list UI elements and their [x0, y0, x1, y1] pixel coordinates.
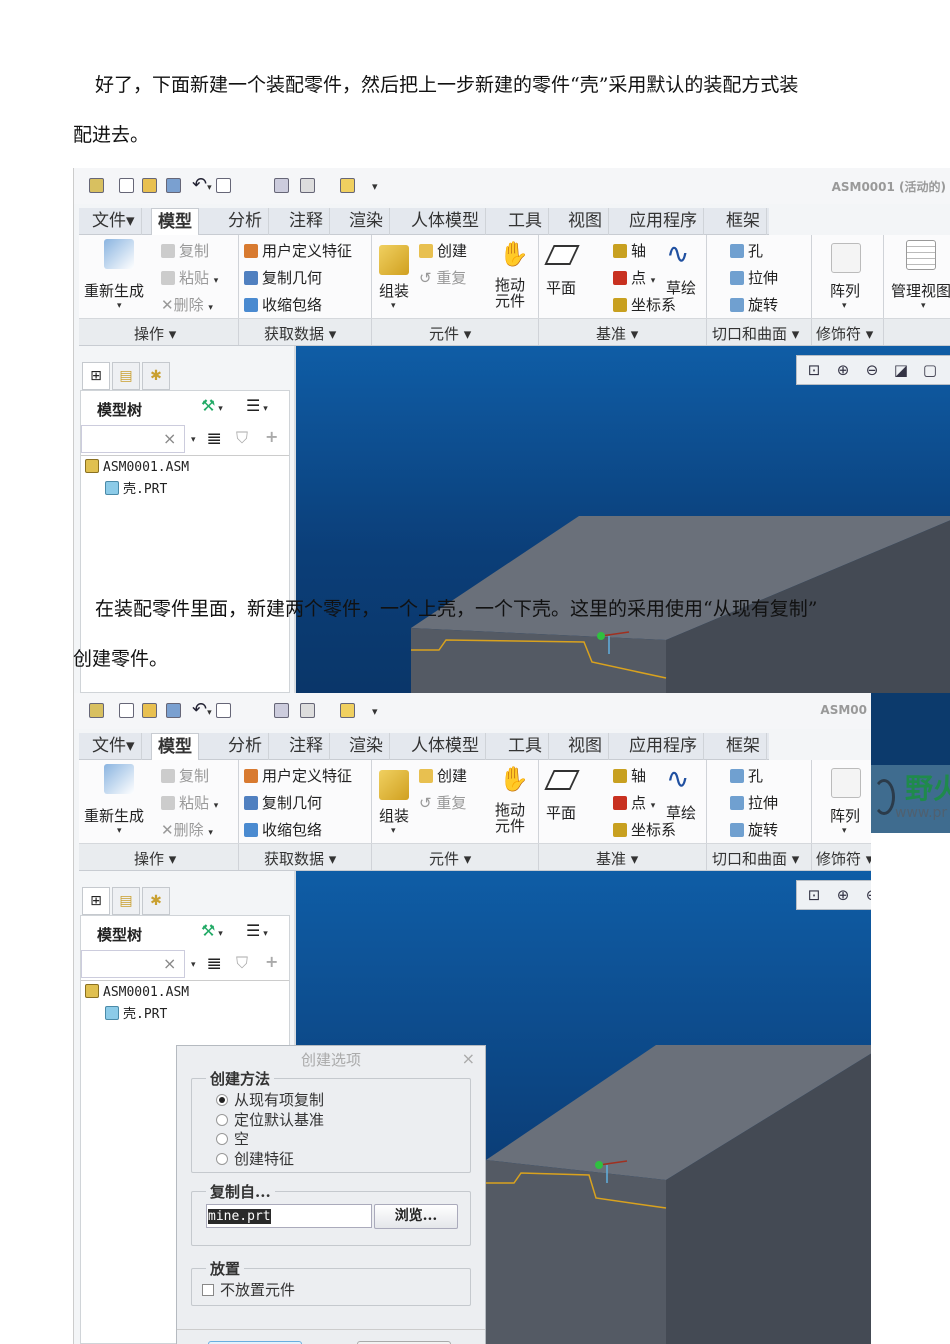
paragraph-2-line-2: 创建零件。 — [73, 648, 169, 670]
zoom-fit-icon[interactable]: ⊡ — [803, 359, 825, 381]
add-icon[interactable]: + — [265, 427, 278, 446]
favorites-tab[interactable]: ✱ — [142, 362, 170, 390]
method-radio-3[interactable]: 创建特征 — [216, 1148, 294, 1169]
tree-settings-icon[interactable]: ⚒ ▾ — [201, 921, 223, 940]
csys-origin-icon — [595, 1161, 603, 1169]
assembly-icon — [85, 459, 99, 473]
method-radio-2[interactable]: 空 — [216, 1128, 249, 1149]
method-radio-1[interactable]: 定位默认基准 — [216, 1109, 324, 1130]
copy-from-legend: 复制自... — [206, 1181, 275, 1202]
no-place-checkbox[interactable]: 不放置元件 — [202, 1279, 295, 1300]
find-icon[interactable]: 𝌆 — [207, 954, 221, 973]
dialog-title: 创建选项 — [300, 1051, 361, 1069]
watermark-brand: 野火 — [905, 772, 950, 805]
radio-icon — [216, 1113, 228, 1126]
repaint-icon[interactable]: ◪ — [890, 359, 912, 381]
filter-icon[interactable]: ⛉ — [236, 428, 248, 448]
creation-method-legend: 创建方法 — [206, 1068, 275, 1089]
watermark-logo-icon — [873, 779, 895, 815]
method-radio-0[interactable]: 从现有项复制 — [216, 1089, 324, 1110]
filter-icon[interactable]: ⛉ — [236, 953, 248, 973]
search-dropdown-icon[interactable]: ▾ — [191, 435, 196, 445]
part-icon — [105, 481, 119, 495]
tree-item-assembly[interactable]: ASM0001.ASM — [85, 459, 189, 475]
view-toolbar: ⊡⊕⊖◪▢ — [796, 880, 871, 910]
clear-search-icon[interactable]: × — [163, 954, 176, 973]
folder-browser-tab[interactable]: ▤ — [112, 887, 140, 915]
tree-item-part[interactable]: 壳.PRT — [105, 478, 167, 497]
zoom-fit-icon[interactable]: ⊡ — [803, 884, 825, 906]
paragraph-1-line-1: 好了，下面新建一个装配零件，然后把上一步新建的零件“壳”采用默认的装配方式装 — [95, 74, 799, 96]
paragraph-2-line-1: 在装配零件里面，新建两个零件，一个上壳，一个下壳。这里的采用使用“从现有复制” — [95, 598, 818, 620]
clear-search-icon[interactable]: × — [163, 429, 176, 448]
watermark-url: www.pr — [895, 805, 948, 821]
copy-from-group: 复制自... mine.prt 浏览... — [191, 1181, 471, 1246]
zoom-out-icon[interactable]: ⊖ — [861, 359, 883, 381]
paragraph-1-line-2: 配进去。 — [73, 124, 150, 146]
favorites-tab[interactable]: ✱ — [142, 887, 170, 915]
part-front-face — [486, 1160, 666, 1344]
model-tree-tab[interactable]: ⊞ — [82, 887, 110, 915]
assembly-icon — [85, 984, 99, 998]
dialog-close-button[interactable]: × — [462, 1049, 475, 1068]
model-tree-tab[interactable]: ⊞ — [82, 362, 110, 390]
model-tree-title: 模型树 — [97, 401, 143, 419]
view-toolbar: ⊡ ⊕ ⊖ ◪ ▢ — [796, 355, 950, 385]
show-columns-icon[interactable]: ☰ ▾ — [246, 921, 268, 940]
zoom-out-icon[interactable]: ⊖ — [861, 884, 871, 906]
add-icon[interactable]: + — [265, 952, 278, 971]
navigator-panel: ⊞ ▤ ✱ 模型树 ⚒ ▾ ☰ ▾ × ▾ 𝌆 ⛉ + ASM0001.ASM 壳.PRT — [74, 346, 296, 693]
tree-settings-icon[interactable]: ⚒ ▾ — [201, 396, 223, 415]
placement-legend: 放置 — [206, 1258, 245, 1279]
radio-icon — [216, 1152, 228, 1165]
radio-icon — [216, 1094, 228, 1106]
checkbox-icon — [202, 1284, 214, 1296]
browse-button[interactable]: 浏览... — [374, 1204, 458, 1229]
zoom-in-icon[interactable]: ⊕ — [832, 884, 854, 906]
csys-origin-icon — [597, 632, 605, 640]
find-icon[interactable]: 𝌆 — [207, 429, 221, 448]
search-dropdown-icon[interactable]: ▾ — [191, 960, 196, 970]
part-icon — [105, 1006, 119, 1020]
create-options-dialog: 创建选项 × 创建方法 从现有项复制 定位默认基准空创建特征 复制自... mine.prt… — [176, 1045, 486, 1344]
copy-from-input[interactable]: mine.prt — [206, 1204, 372, 1228]
tree-item-assembly[interactable]: ASM0001.ASM — [85, 984, 189, 1000]
tree-item-part[interactable]: 壳.PRT — [105, 1003, 167, 1022]
creation-method-group: 创建方法 从现有项复制 定位默认基准空创建特征 — [191, 1068, 471, 1173]
model-tree-title: 模型树 — [97, 926, 143, 944]
radio-icon — [216, 1133, 228, 1145]
view-orientation-icon[interactable]: ▢ — [919, 359, 941, 381]
zoom-in-icon[interactable]: ⊕ — [832, 359, 854, 381]
watermark: 野火 www.pr — [871, 693, 950, 833]
folder-browser-tab[interactable]: ▤ — [112, 362, 140, 390]
placement-group: 放置 不放置元件 — [191, 1258, 471, 1306]
screenshot-assembly-2: ↶▾ ▾ ASM00 文件▾ 模型 分析 注释 渲染 人体模型 工具 视图 应用程序 框架 重新生成 ▾ 复制… — [73, 693, 871, 1344]
show-columns-icon[interactable]: ☰ ▾ — [246, 396, 268, 415]
